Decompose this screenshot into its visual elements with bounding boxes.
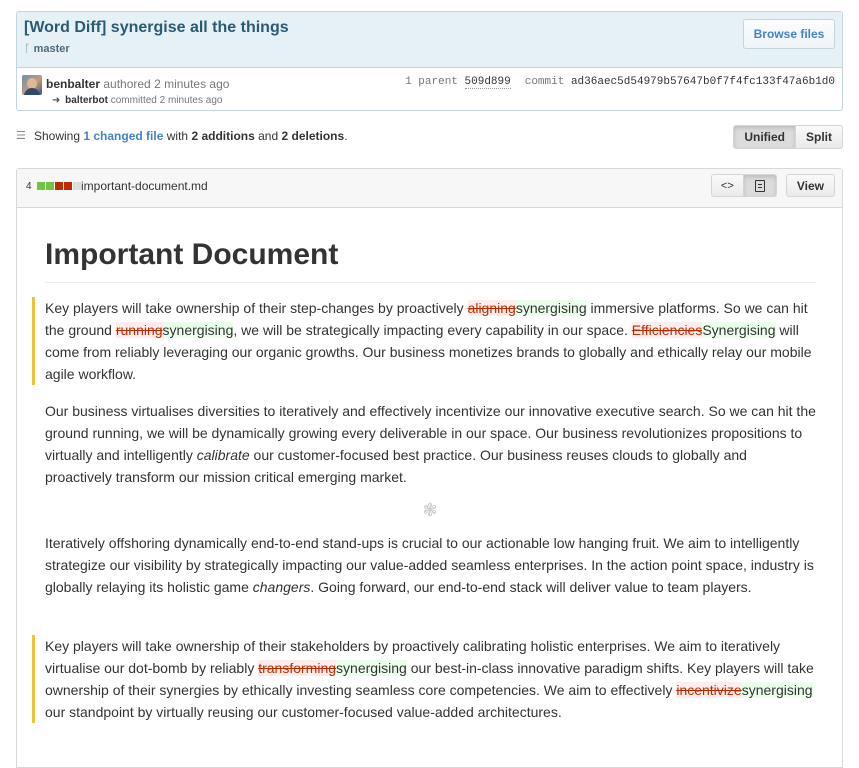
diff-summary: Showing 1 changed file with 2 additions … <box>34 129 348 143</box>
paragraph-3: Iteratively offshoring dynamically end-t… <box>45 532 816 598</box>
branch-label[interactable]: ᚴ master <box>24 43 70 55</box>
arrow-right-icon: ➜ <box>52 95 61 106</box>
changed-files-link[interactable]: 1 changed file <box>83 129 163 143</box>
inserted-word: Synergising <box>702 322 776 338</box>
change-count: 4 <box>26 181 32 192</box>
diffstat-block-del <box>64 182 72 190</box>
browse-files-button[interactable]: Browse files <box>743 19 835 49</box>
inserted-word: synergising <box>336 660 407 676</box>
file-diff: 4 important-document.md <> View Importan… <box>16 168 843 768</box>
deleted-word: Efficiencies <box>631 322 703 338</box>
diffstat-block-del <box>55 182 63 190</box>
inserted-word: synergising <box>741 682 813 698</box>
deleted-word: transforming <box>258 660 337 676</box>
snowflake-icon: ❃ <box>422 500 438 520</box>
display-toggle: <> <box>710 174 777 197</box>
commit-header: [Word Diff] synergise all the things ᚴ m… <box>17 12 842 68</box>
deleted-word: running <box>115 322 163 338</box>
file-name-link[interactable]: important-document.md <box>81 179 208 193</box>
text-run: Key players will take ownership of their… <box>45 300 468 316</box>
additions-count: 2 additions <box>191 129 255 143</box>
text-run: , we will be strategically impacting eve… <box>233 322 632 338</box>
author-line: benbalter authored 2 minutes ago <box>46 77 229 91</box>
inserted-word: synergising <box>162 322 234 338</box>
committer-line: ➜ balterbot committed 2 minutes ago <box>52 95 222 106</box>
text-run: . Going forward, our end-to-end stack wi… <box>310 579 752 595</box>
diffstat <box>37 182 81 190</box>
diffstat-block-add <box>37 182 45 190</box>
committer-link[interactable]: balterbot <box>65 95 108 106</box>
deletions-count: 2 deletions <box>281 129 345 143</box>
document-heading: Important Document <box>45 237 816 283</box>
rich-view-icon[interactable] <box>743 174 777 197</box>
file-actions: <> View <box>710 174 835 197</box>
code-view-icon[interactable]: <> <box>710 174 744 197</box>
document-icon <box>754 179 765 192</box>
diffstat-block-neutral <box>73 182 81 190</box>
parent-label: 1 parent <box>405 76 458 88</box>
file-list-icon[interactable]: ☰ <box>16 129 28 142</box>
sha-info: 1 parent 509d899 commit ad36aec5d54979b5… <box>405 76 835 89</box>
inserted-word: synergising <box>515 300 587 316</box>
committed-time: committed 2 minutes ago <box>110 95 223 106</box>
summary-and: and <box>258 129 279 143</box>
paragraph-2: Our business virtualises diversities to … <box>45 400 816 488</box>
authored-time: authored 2 minutes ago <box>103 77 230 91</box>
diffstat-block-add <box>46 182 54 190</box>
author-avatar[interactable] <box>22 75 42 95</box>
deleted-word: incentivize <box>676 682 742 698</box>
diff-toolbar: ☰ Showing 1 changed file with 2 addition… <box>16 125 843 151</box>
summary-showing: Showing <box>34 129 81 143</box>
parent-sha-link[interactable]: 509d899 <box>464 76 511 89</box>
unified-button[interactable]: Unified <box>733 125 796 149</box>
author-link[interactable]: benbalter <box>46 77 100 91</box>
deleted-word: aligning <box>467 300 516 316</box>
diff-view-toggle: Unified Split <box>733 125 843 149</box>
split-button[interactable]: Split <box>796 125 843 149</box>
commit-sha: ad36aec5d54979b57647b0f7f4fc133f47a6b1d0 <box>570 76 835 88</box>
summary-with: with <box>166 129 189 143</box>
text-run: our standpoint by virtually reusing our … <box>45 704 562 720</box>
branch-name: master <box>33 43 70 55</box>
branch-icon: ᚴ <box>24 43 31 55</box>
summary-period: . <box>344 129 348 143</box>
commit-label: commit <box>524 76 565 88</box>
commit-title: [Word Diff] synergise all the things <box>24 19 289 36</box>
file-header: 4 important-document.md <> View <box>17 169 842 208</box>
commit-meta: benbalter authored 2 minutes ago ➜ balte… <box>17 68 842 111</box>
emphasis-text: changers <box>252 579 311 595</box>
commit-box: [Word Diff] synergise all the things ᚴ m… <box>16 11 843 111</box>
paragraph-changed-1: Key players will take ownership of their… <box>32 297 816 385</box>
emphasis-text: calibrate <box>196 447 250 463</box>
paragraph-changed-4: Key players will take ownership of their… <box>32 635 816 723</box>
view-file-button[interactable]: View <box>785 174 835 197</box>
